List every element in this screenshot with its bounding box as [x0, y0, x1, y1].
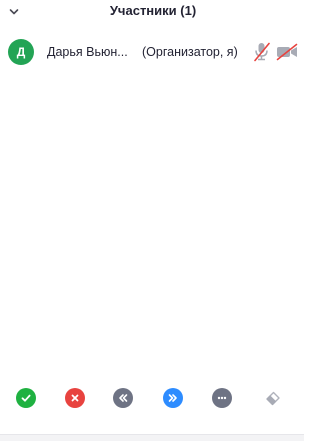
- participants-panel: Участники (1) Д Дарья Вьюн... (Организат…: [0, 0, 304, 441]
- participant-row[interactable]: Д Дарья Вьюн... (Организатор, я): [0, 36, 304, 68]
- eraser-button[interactable]: [263, 388, 283, 408]
- panel-header: Участники (1): [0, 0, 304, 26]
- participant-role: (Организатор, я): [142, 45, 238, 59]
- fast-forward-button[interactable]: [163, 388, 183, 408]
- mic-muted-icon[interactable]: [253, 42, 271, 62]
- panel-title: Участники (1): [109, 3, 197, 18]
- close-icon: [71, 394, 79, 402]
- participant-name: Дарья Вьюн...: [47, 45, 128, 59]
- bottom-divider: [0, 434, 304, 441]
- more-icon: [217, 396, 227, 400]
- check-icon: [21, 394, 31, 402]
- participants-toolbar: [0, 384, 304, 414]
- rewind-button[interactable]: [113, 388, 133, 408]
- more-button[interactable]: [212, 388, 232, 408]
- rewind-icon: [119, 394, 128, 402]
- eraser-icon: [266, 391, 280, 406]
- video-off-icon[interactable]: [276, 43, 298, 61]
- fast-forward-icon: [168, 394, 177, 402]
- cancel-button[interactable]: [65, 388, 85, 408]
- avatar: Д: [8, 39, 34, 65]
- check-button[interactable]: [16, 388, 36, 408]
